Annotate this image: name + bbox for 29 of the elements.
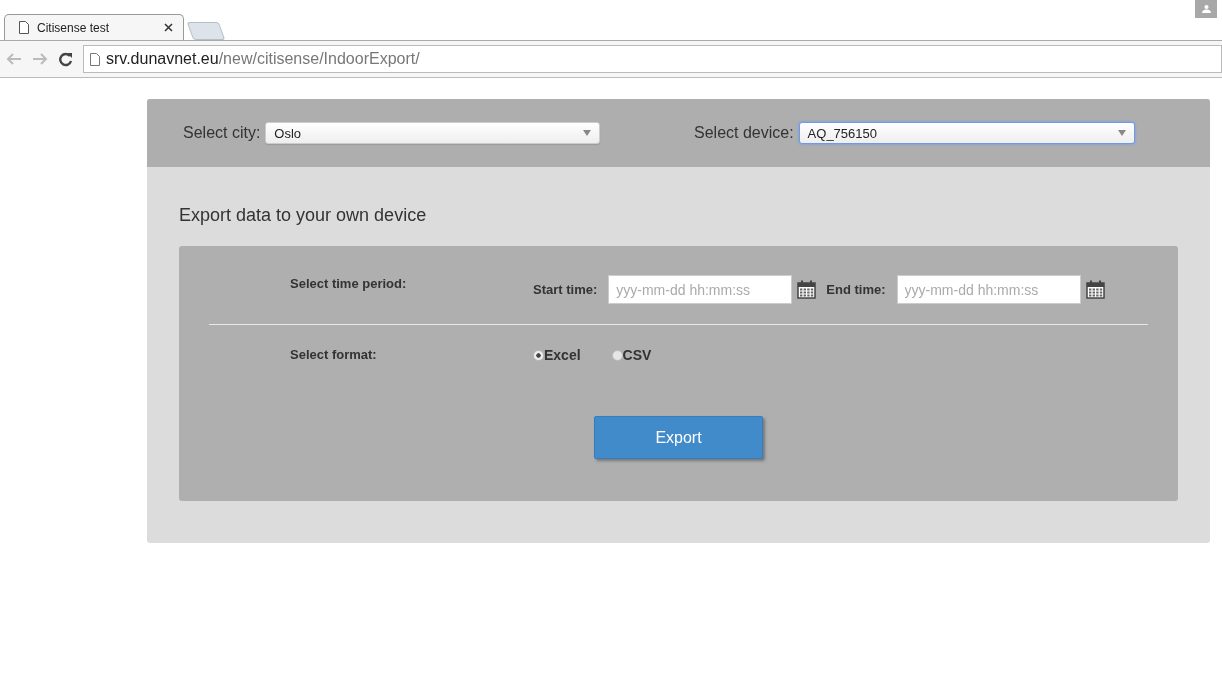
dropdown[interactable]: Oslo bbox=[265, 122, 601, 144]
field-label: End time: bbox=[826, 282, 886, 297]
field-label: Start time: bbox=[533, 282, 598, 297]
date-time-field[interactable]: yyy-mm-dd hh:mm:ss bbox=[608, 275, 793, 304]
section-heading: Export data to your own device bbox=[179, 205, 428, 226]
page-icon bbox=[19, 21, 29, 34]
filter-label: Select device: bbox=[694, 124, 794, 142]
dropdown-arrow-icon bbox=[583, 130, 592, 136]
person-icon bbox=[1201, 5, 1211, 13]
date-time-field[interactable]: yyy-mm-dd hh:mm:ss bbox=[896, 275, 1081, 304]
dropdown[interactable]: AQ_756150 bbox=[798, 122, 1135, 144]
browser-tab[interactable]: Citisense test bbox=[4, 14, 184, 40]
page-icon bbox=[90, 52, 100, 66]
export-button[interactable]: Export bbox=[594, 416, 763, 459]
field-label: Select format: bbox=[290, 347, 378, 362]
dropdown-arrow-icon bbox=[1117, 130, 1126, 136]
radio-option[interactable]: CSV bbox=[611, 347, 652, 363]
tab-title: Citisense test bbox=[37, 20, 111, 35]
url-text: srv.dunavnet.eu/new/citisense/IndoorExport/ bbox=[106, 50, 420, 68]
radio-button[interactable] bbox=[533, 349, 544, 361]
field-label: Select time period: bbox=[290, 275, 408, 291]
address-bar[interactable]: srv.dunavnet.eu/new/citisense/IndoorExport/ bbox=[83, 45, 1222, 73]
radio-button[interactable] bbox=[611, 349, 623, 361]
close-icon[interactable] bbox=[164, 23, 173, 32]
calendar-icon[interactable] bbox=[1085, 280, 1105, 299]
radio-option[interactable]: Excel bbox=[533, 347, 581, 363]
filter-label: Select city: bbox=[183, 124, 261, 142]
calendar-icon[interactable] bbox=[797, 280, 817, 299]
reload-icon[interactable] bbox=[58, 51, 73, 67]
